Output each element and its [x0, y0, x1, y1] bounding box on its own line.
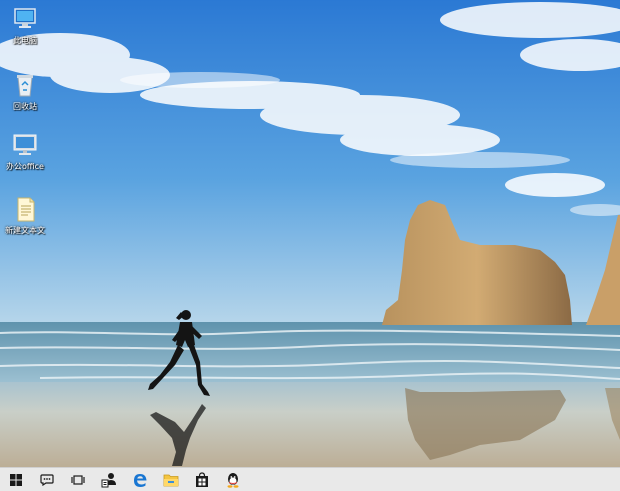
desktop-icon-label: 新建文本文 — [5, 226, 45, 235]
desktop-icon-label: 此电脑 — [13, 36, 37, 45]
start-button[interactable] — [0, 468, 31, 491]
desktop-icon-new-text-document[interactable]: 新建文本文 — [0, 195, 50, 236]
people-button[interactable] — [93, 468, 124, 491]
store-button[interactable] — [186, 468, 217, 491]
computer-icon — [14, 8, 36, 28]
file-explorer-icon — [163, 474, 178, 486]
desktop-icon-label: 回收站 — [13, 102, 37, 111]
desktop-icon-this-pc[interactable]: 此电脑 — [0, 5, 50, 46]
task-view-icon — [70, 474, 85, 485]
recycle-bin-icon — [17, 75, 33, 97]
desktop-icon-recycle-bin[interactable]: 回收站 — [0, 71, 50, 112]
text-document-icon — [17, 197, 35, 222]
desktop-icon-office[interactable]: 办公office — [0, 131, 50, 172]
desktop-icon-label: 办公office — [6, 162, 44, 171]
windows-start-icon — [9, 473, 22, 486]
file-explorer-button[interactable] — [155, 468, 186, 491]
office-monitor-icon — [13, 134, 37, 155]
store-icon — [195, 471, 208, 487]
wallpaper-beach-runner — [0, 0, 620, 467]
edge-icon — [133, 473, 146, 487]
taskbar — [0, 467, 620, 491]
qq-button[interactable] — [217, 468, 248, 491]
people-icon — [101, 472, 116, 487]
cortana-button[interactable] — [31, 468, 62, 491]
task-view-button[interactable] — [62, 468, 93, 491]
cortana-icon — [39, 473, 54, 486]
qq-icon — [227, 472, 238, 488]
desktop[interactable]: 此电脑 回收站 办公office 新建文本文 — [0, 0, 620, 467]
edge-button[interactable] — [124, 468, 155, 491]
